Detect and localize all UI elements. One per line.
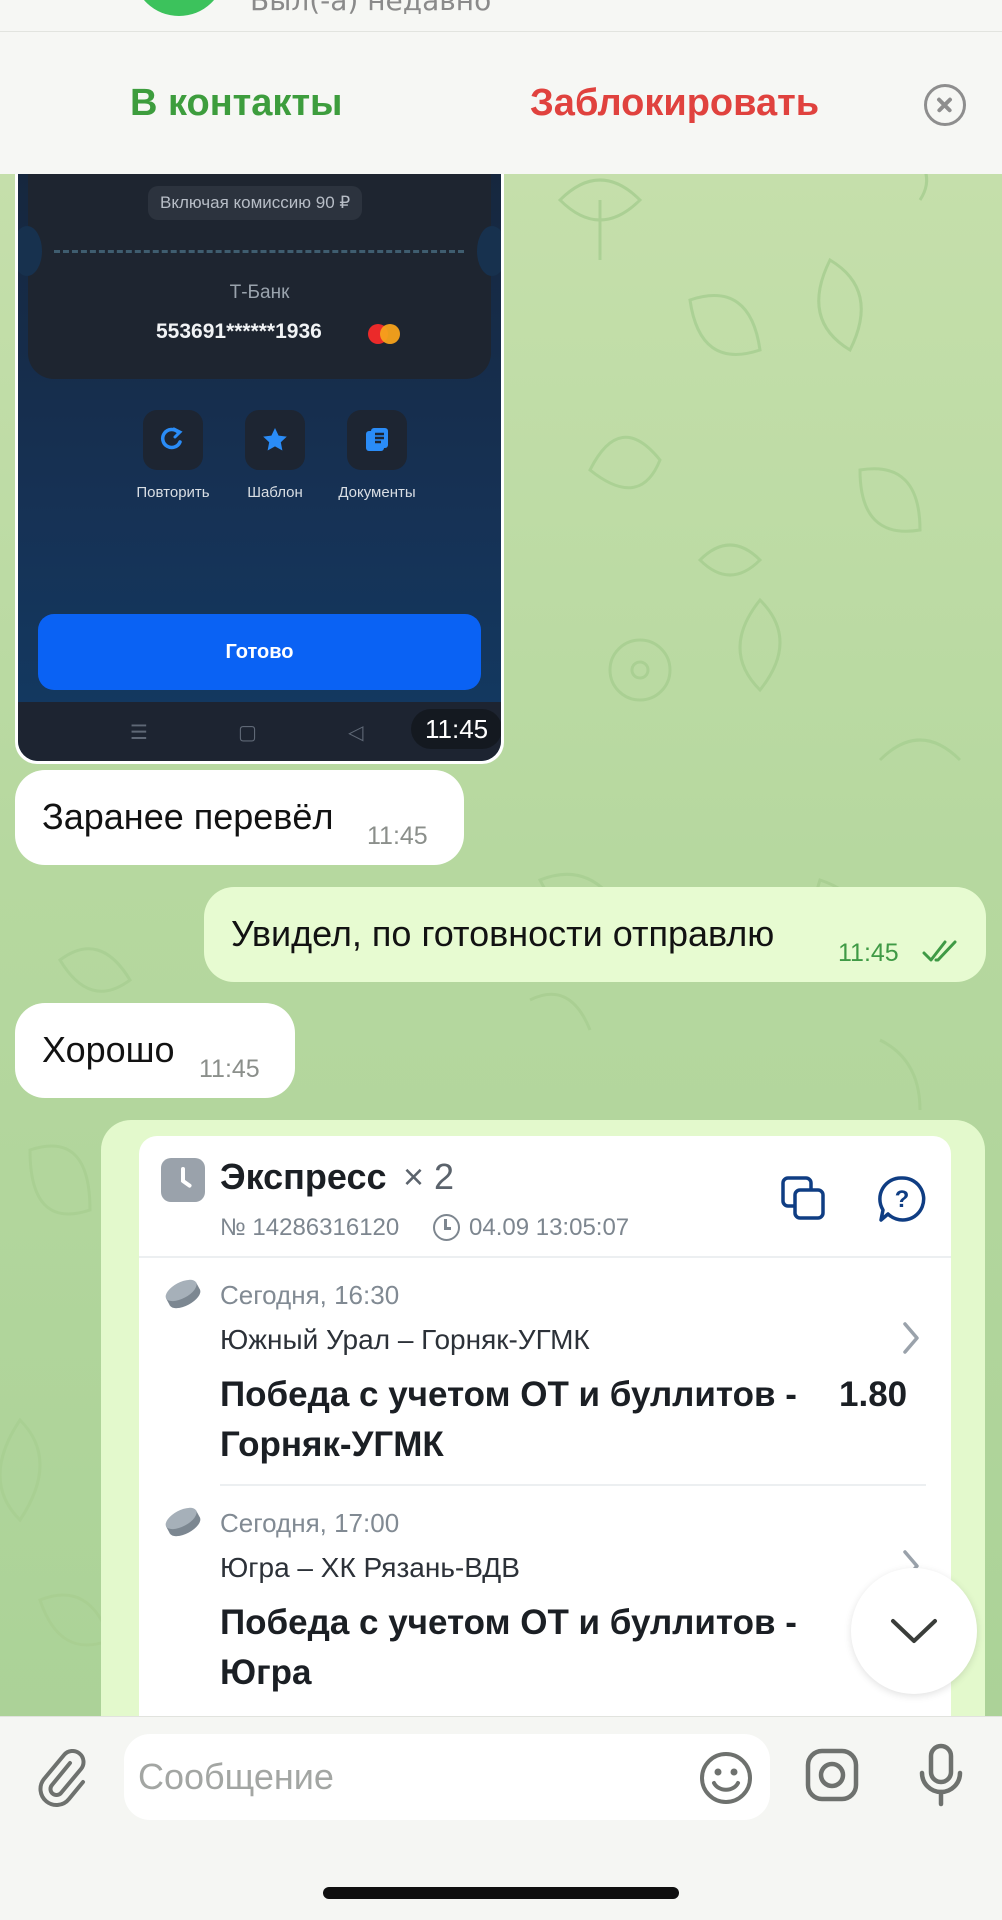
done-button: Готово [38,614,481,690]
receipt-card: Включая комиссию 90 ₽ Т-Банк 553691*****… [18,174,501,379]
menu-icon: ☰ [130,720,148,744]
add-to-contacts-button[interactable]: В контакты [130,82,343,125]
event-time: Сегодня, 16:30 [220,1280,400,1310]
message-input-container [124,1734,770,1820]
svg-text:?: ? [895,1186,910,1213]
hockey-puck-icon [165,1279,201,1309]
commission-label: Включая комиссию 90 ₽ [148,186,363,220]
bet-coupon-card: Экспресс × 2 № 14286316120 04.09 13:05:0… [139,1136,951,1720]
bet-event-row: Сегодня, 17:00 Югра – ХК Рязань-ВДВ Побе… [139,1486,951,1712]
hockey-puck-icon [165,1507,201,1537]
message-time: 11:45 [367,822,428,850]
emoji-icon[interactable] [698,1750,754,1806]
message-time: 11:45 [411,709,501,749]
bet-multiplier: × 2 [403,1156,455,1197]
microphone-icon[interactable] [918,1743,964,1807]
read-checkmarks-icon [922,940,957,962]
message-time: 11:45 [838,939,899,967]
message-input[interactable] [138,1734,678,1820]
message-text: Увидел, по готовности отправлю [231,913,775,954]
avatar[interactable] [134,0,224,16]
documents-action: Документы [317,410,437,501]
repeat-icon [143,410,203,470]
bet-type: Экспресс [220,1156,387,1197]
event-time: Сегодня, 17:00 [220,1508,400,1538]
block-user-button[interactable]: Заблокировать [530,82,819,125]
coupon-header: Экспресс × 2 № 14286316120 04.09 13:05:0… [139,1136,951,1258]
event-match: Югра – ХК Рязань-ВДВ [220,1552,520,1583]
star-icon [245,410,305,470]
receipt-divider [54,250,464,253]
chevron-down-icon [891,1619,937,1643]
attach-icon[interactable] [36,1749,86,1809]
bank-name: Т-Банк [229,282,290,303]
incoming-message[interactable]: Хорошо 11:45 [15,1003,295,1098]
chevron-right-icon [903,1322,919,1354]
message-time: 11:45 [199,1055,260,1083]
card-number: 553691******1936 [156,320,322,343]
back-icon: ◁ [348,720,364,744]
bet-datetime: 04.09 13:05:07 [469,1214,630,1241]
scroll-down-button[interactable] [851,1568,977,1694]
close-icon[interactable] [924,84,966,126]
bet-number: № 14286316120 [220,1214,400,1241]
event-outcome: Победа с учетом ОТ и буллитов - Горняк-У… [220,1375,797,1464]
home-indicator [323,1887,679,1899]
documents-icon [347,410,407,470]
event-match: Южный Урал – Горняк-УГМК [220,1324,590,1355]
mastercard-icon [368,324,400,344]
message-composer [0,1716,1002,1920]
last-seen-status: Был(-а) недавно [250,0,492,17]
home-icon: ▢ [238,720,257,744]
transfer-receipt-screenshot: Включая комиссию 90 ₽ Т-Банк 553691*****… [18,174,501,761]
header-user-row[interactable]: Был(-а) недавно [0,0,1002,32]
event-outcome: Победа с учетом ОТ и буллитов - Югра [220,1603,797,1692]
copy-icon [781,1176,825,1220]
bet-event-row: Сегодня, 16:30 Южный Урал – Горняк-УГМК … [139,1258,951,1484]
clock-icon [161,1158,205,1202]
outgoing-message[interactable]: Увидел, по готовности отправлю 11:45 [204,887,986,982]
incoming-message[interactable]: Заранее перевёл 11:45 [15,770,464,865]
image-message[interactable]: Включая комиссию 90 ₽ Т-Банк 553691*****… [15,174,504,764]
help-icon: ? [878,1176,926,1222]
chat-header: Был(-а) недавно В контакты Заблокировать [0,0,1002,174]
message-text: Хорошо [42,1029,175,1070]
time-icon [433,1214,460,1241]
new-contact-action-bar: В контакты Заблокировать [0,32,1002,174]
event-coefficient: 1.80 [839,1375,908,1414]
video-message-icon[interactable] [804,1747,860,1803]
message-text: Заранее перевёл [42,796,334,837]
